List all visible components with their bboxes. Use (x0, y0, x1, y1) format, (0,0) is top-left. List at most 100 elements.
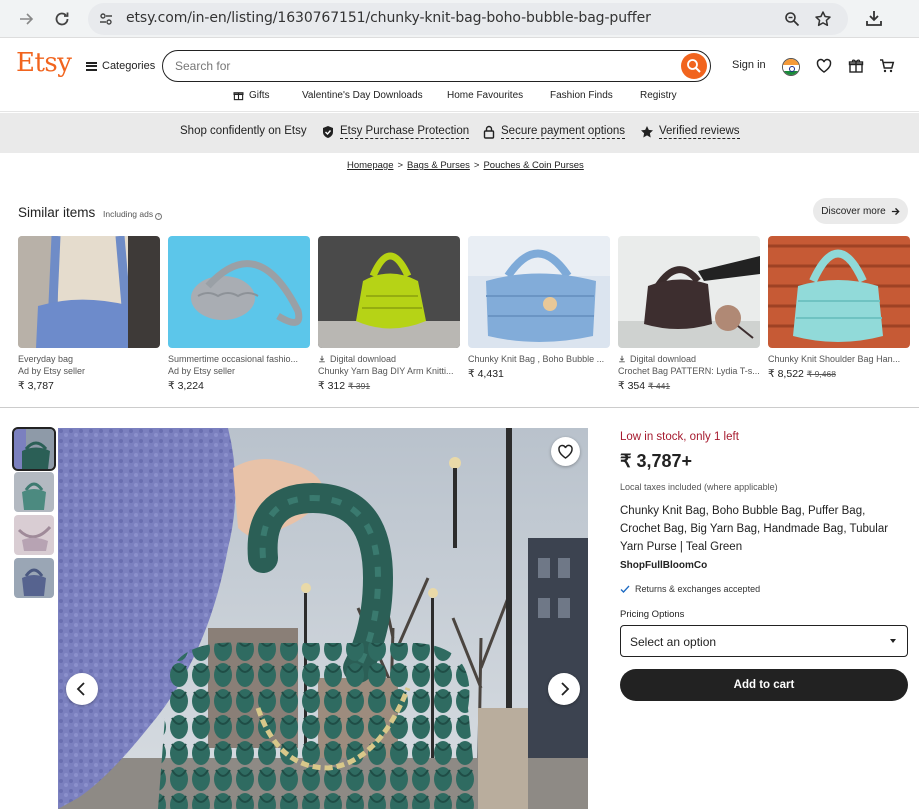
purchase-protection-link[interactable]: Etsy Purchase Protection (340, 125, 470, 139)
card-price-value: ₹ 8,522 (768, 368, 804, 380)
next-image-button[interactable] (548, 673, 580, 705)
discover-more-button[interactable]: Discover more (813, 198, 908, 224)
add-to-cart-button[interactable]: Add to cart (620, 669, 908, 701)
card-line1: Digital download (318, 354, 460, 365)
site-header: Etsy Categories Sign in Gifts Valentine'… (0, 38, 919, 112)
download-icon (319, 355, 325, 363)
card-old-price: ₹ 441 (648, 381, 671, 391)
site-info-icon[interactable] (98, 11, 114, 27)
zoom-icon[interactable] (784, 11, 800, 27)
chevron-right-icon (561, 682, 570, 696)
india-flag-icon[interactable] (782, 58, 800, 76)
card-line1: Everyday bag (18, 354, 74, 364)
similar-item-card[interactable]: Chunky Knit Bag , Boho Bubble ... ₹ 4,43… (468, 236, 610, 380)
card-line1: Chunky Knit Bag , Boho Bubble ... (468, 354, 605, 364)
digital-download-label: Digital download (330, 354, 397, 364)
section-divider (0, 407, 919, 408)
breadcrumb-pouches[interactable]: Pouches & Coin Purses (483, 160, 583, 171)
main-product-image[interactable] (58, 428, 588, 809)
subnav-fashion-finds[interactable]: Fashion Finds (550, 90, 613, 101)
secure-payment-link[interactable]: Secure payment options (501, 125, 626, 139)
returns-info: Returns & exchanges accepted (620, 584, 760, 594)
product-image[interactable] (468, 236, 610, 348)
product-image[interactable] (18, 236, 160, 348)
discover-more-label: Discover more (821, 205, 886, 217)
gallery-thumbnail[interactable] (14, 472, 54, 512)
similar-items-title: Similar items (18, 205, 96, 220)
heart-icon[interactable] (816, 58, 832, 74)
info-icon[interactable]: i (155, 213, 163, 220)
forward-icon[interactable] (16, 9, 36, 29)
card-line2: Chunky Yarn Bag DIY Arm Knitti... (318, 366, 454, 376)
breadcrumb-bags[interactable]: Bags & Purses (407, 160, 470, 171)
verified-reviews-link[interactable]: Verified reviews (659, 125, 740, 139)
chevron-left-icon (76, 682, 85, 696)
product-image[interactable] (618, 236, 760, 348)
similar-item-card[interactable]: Summertime occasional fashio... Ad by Et… (168, 236, 310, 392)
gift-icon[interactable] (848, 58, 864, 74)
digital-download-label: Digital download (630, 354, 697, 364)
breadcrumb: Homepage > Bags & Purses > Pouches & Coin Pu… (347, 160, 584, 171)
etsy-logo[interactable]: Etsy (16, 48, 72, 78)
card-price-value: ₹ 3,787 (18, 380, 54, 392)
search-icon (687, 59, 701, 73)
product-image[interactable] (168, 236, 310, 348)
card-price: ₹ 3,224 (168, 380, 310, 392)
card-line1: Summertime occasional fashio... (168, 354, 299, 364)
categories-label: Categories (102, 60, 156, 72)
gallery-thumbnail[interactable] (14, 558, 54, 598)
subnav-registry[interactable]: Registry (640, 90, 677, 101)
browser-toolbar: etsy.com/in-en/listing/1630767151/chunky… (0, 0, 919, 38)
trust-banner: Shop confidently on Etsy Etsy Purchase P… (0, 113, 919, 153)
subnav-valentines[interactable]: Valentine's Day Downloads (302, 90, 423, 101)
bookmark-star-icon[interactable] (814, 10, 832, 28)
download-icon[interactable] (864, 8, 884, 28)
shop-name-link[interactable]: ShopFullBloomCo (620, 560, 707, 571)
card-line2: Ad by Etsy seller (168, 366, 236, 376)
trust-lead: Shop confidently on Etsy (180, 125, 307, 137)
breadcrumb-homepage[interactable]: Homepage (347, 160, 393, 171)
gallery-thumbnail[interactable] (12, 427, 56, 471)
card-price: ₹ 312 ₹ 391 (318, 380, 460, 392)
card-price-value: ₹ 312 (318, 380, 346, 392)
returns-label: Returns & exchanges accepted (635, 584, 761, 594)
similar-items-subtitle: Including ads i (103, 209, 163, 220)
pricing-options-select[interactable]: Select an option (620, 625, 908, 657)
url-text[interactable]: etsy.com/in-en/listing/1630767151/chunky… (126, 10, 651, 26)
address-bar[interactable]: etsy.com/in-en/listing/1630767151/chunky… (88, 3, 848, 35)
menu-icon (86, 61, 97, 71)
product-image[interactable] (768, 236, 910, 348)
arrow-right-icon (891, 207, 900, 215)
including-ads-label: Including ads (103, 209, 154, 219)
similar-item-card[interactable]: Chunky Knit Shoulder Bag Han... ₹ 8,522 ₹… (768, 236, 910, 380)
tax-note: Local taxes included (where applicable) (620, 482, 778, 492)
checkmark-icon (620, 585, 630, 593)
card-old-price: ₹ 9,468 (806, 369, 836, 379)
sign-in-link[interactable]: Sign in (732, 59, 766, 71)
subnav-home-favourites[interactable]: Home Favourites (447, 90, 523, 101)
reload-icon[interactable] (52, 9, 72, 29)
card-price-value: ₹ 3,224 (168, 380, 204, 392)
similar-item-card[interactable]: Digital download Chunky Yarn Bag DIY Arm… (318, 236, 460, 392)
download-icon (619, 355, 625, 363)
similar-item-card[interactable]: Everyday bag Ad by Etsy seller ₹ 3,787 (18, 236, 160, 392)
card-line2: Crochet Bag PATTERN: Lydia T-s... (618, 366, 760, 376)
lock-icon (483, 125, 495, 139)
search-input[interactable] (175, 57, 665, 75)
card-line1: Chunky Knit Shoulder Bag Han... (768, 354, 901, 364)
product-image[interactable] (318, 236, 460, 348)
similar-item-card[interactable]: Digital download Crochet Bag PATTERN: Ly… (618, 236, 760, 392)
shield-check-icon (323, 126, 333, 138)
gallery-thumbnail[interactable] (14, 515, 54, 555)
card-price: ₹ 4,431 (468, 368, 610, 380)
listing-price: ₹ 3,787+ (620, 451, 693, 471)
caret-down-icon (890, 639, 896, 643)
breadcrumb-separator: > (473, 160, 480, 171)
cart-icon[interactable] (879, 58, 895, 74)
subnav-gifts[interactable]: Gifts (249, 90, 270, 101)
previous-image-button[interactable] (66, 673, 98, 705)
breadcrumb-separator: > (397, 160, 404, 171)
categories-button[interactable]: Categories (86, 58, 155, 74)
search-button[interactable] (681, 53, 707, 79)
favorite-button[interactable] (551, 437, 580, 466)
